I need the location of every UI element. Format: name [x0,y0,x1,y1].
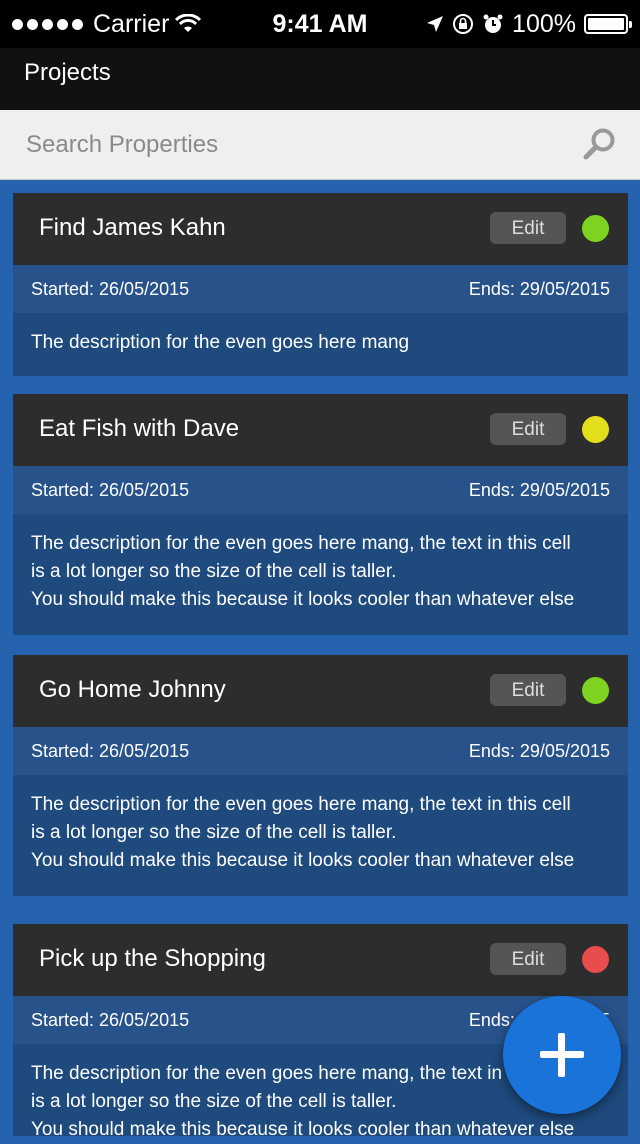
project-description: The description for the even goes here m… [13,775,628,875]
status-indicator-dot [582,677,609,704]
project-title: Go Home Johnny [39,676,226,703]
description-line: You should make this because it looks co… [31,589,575,610]
project-title: Eat Fish with Dave [39,415,240,442]
project-dates: Started: 26/05/2015 Ends: 29/05/2015 [13,466,628,514]
project-card: Find James Kahn Edit Started: 26/05/2015… [13,193,628,376]
alarm-clock-icon [483,14,503,33]
description-line: You should make this because it looks co… [31,1119,575,1140]
description-line: You should make this because it looks co… [31,850,575,871]
status-indicator-dot [582,215,609,242]
end-date: Ends: 29/05/2015 [468,741,610,761]
project-card-header: Eat Fish with Dave Edit [13,394,628,466]
search-icon[interactable] [582,126,618,162]
project-title: Pick up the Shopping [39,945,266,972]
project-card: Eat Fish with Dave Edit Started: 26/05/2… [13,394,628,635]
location-arrow-icon [427,16,444,32]
start-date: Started: 26/05/2015 [31,741,190,761]
edit-button[interactable]: Edit [490,674,566,706]
battery-percentage: 100% [512,9,576,38]
search-input[interactable] [24,110,568,180]
project-title: Find James Kahn [39,214,226,241]
status-indicator-dot [582,946,609,973]
project-card-header: Find James Kahn Edit [13,193,628,265]
rotation-lock-icon [453,14,474,34]
project-card: Go Home Johnny Edit Started: 26/05/2015 … [13,655,628,896]
page-title: Projects [24,59,111,86]
project-card-header: Go Home Johnny Edit [13,655,628,727]
start-date: Started: 26/05/2015 [31,1010,190,1030]
description-line: is a lot longer so the size of the cell … [31,561,397,582]
end-date: Ends: 29/05/2015 [468,480,610,500]
start-date: Started: 26/05/2015 [31,480,190,500]
description-line: is a lot longer so the size of the cell … [31,822,397,843]
description-line: The description for the even goes here m… [31,533,571,554]
status-indicators: 100% [426,0,632,48]
edit-button[interactable]: Edit [490,943,566,975]
project-dates: Started: 26/05/2015 Ends: 29/05/2015 [13,727,628,775]
start-date: Started: 26/05/2015 [31,279,190,299]
status-indicator-dot [582,416,609,443]
status-bar: Carrier 9:41 AM 100% [0,0,640,48]
add-project-button[interactable] [503,996,621,1114]
description-line: The description for the even goes here m… [31,332,410,353]
description-line: The description for the even goes here m… [31,794,571,815]
search-bar [0,110,640,180]
project-description: The description for the even goes here m… [13,313,628,357]
project-description: The description for the even goes here m… [13,514,628,614]
project-card-header: Pick up the Shopping Edit [13,924,628,996]
edit-button[interactable]: Edit [490,413,566,445]
end-date: Ends: 29/05/2015 [468,279,610,299]
project-dates: Started: 26/05/2015 Ends: 29/05/2015 [13,265,628,313]
edit-button[interactable]: Edit [490,212,566,244]
battery-icon [584,14,632,34]
navigation-bar: Projects [0,48,640,110]
